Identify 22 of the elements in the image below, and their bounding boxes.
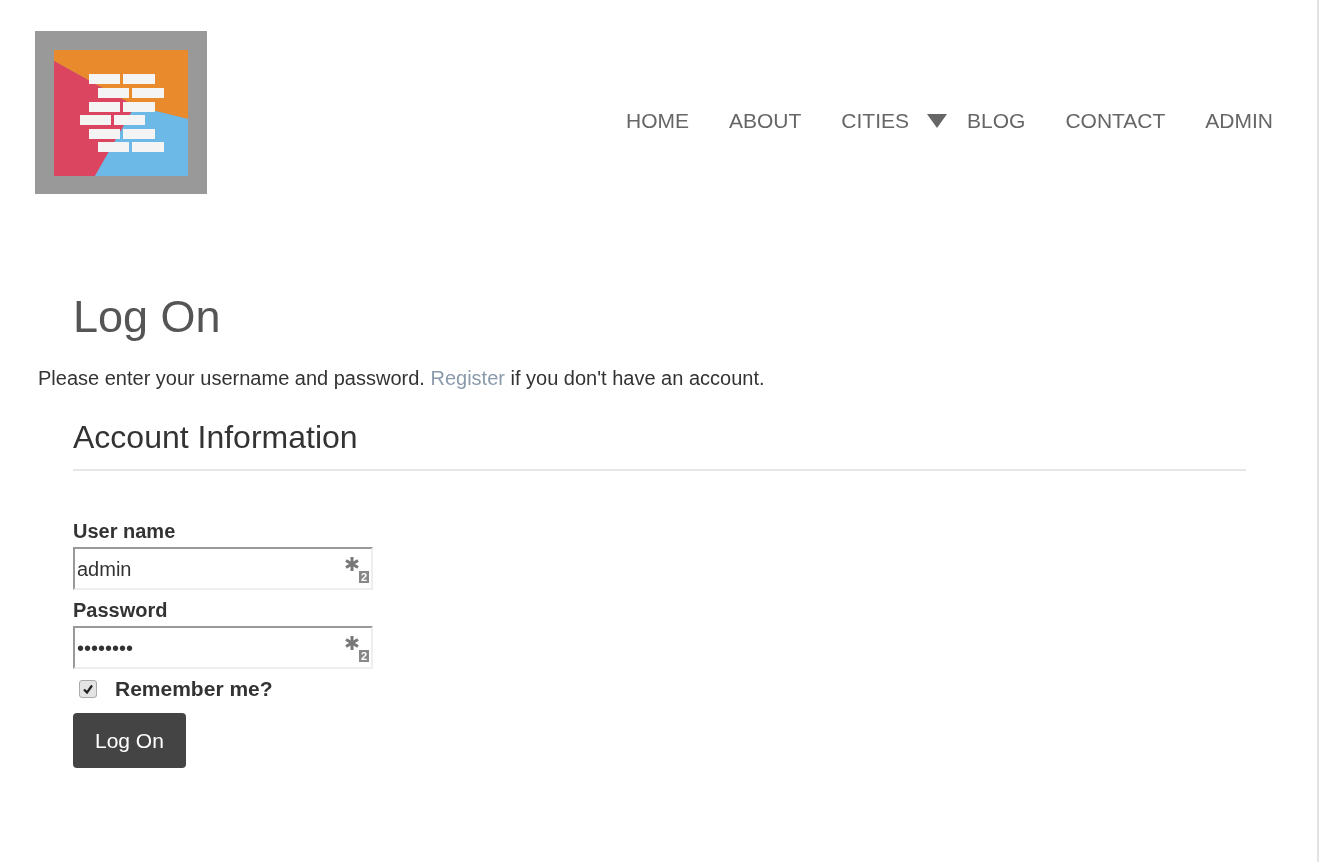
nav-link[interactable]: BLOG <box>967 109 1026 133</box>
register-link[interactable]: Register <box>430 367 505 389</box>
asterisk-icon <box>345 557 359 571</box>
nav-link[interactable]: ADMIN <box>1205 109 1273 133</box>
nav-link[interactable]: CITIES <box>841 109 948 133</box>
nav-link[interactable]: CONTACT <box>1065 109 1166 133</box>
asterisk-icon <box>345 636 359 650</box>
caret-icon <box>927 114 948 128</box>
log-on-button[interactable]: Log On <box>73 713 186 768</box>
section-heading: Account Information <box>73 418 359 457</box>
nav-link[interactable]: HOME <box>626 109 689 133</box>
check-icon <box>82 683 94 695</box>
page-title: Log On <box>73 291 222 343</box>
count-badge: 2 <box>358 650 369 662</box>
count-badge: 2 <box>358 571 369 583</box>
intro-text: Please enter your username and password. Register if you don't have an account. <box>38 366 766 391</box>
logo-icon <box>35 31 207 194</box>
field-label: Password <box>73 598 169 622</box>
checkbox[interactable] <box>79 680 97 698</box>
nav-link[interactable]: ABOUT <box>729 109 802 133</box>
field-label: User name <box>73 519 177 543</box>
checkbox-label: Remember me? <box>115 677 273 701</box>
